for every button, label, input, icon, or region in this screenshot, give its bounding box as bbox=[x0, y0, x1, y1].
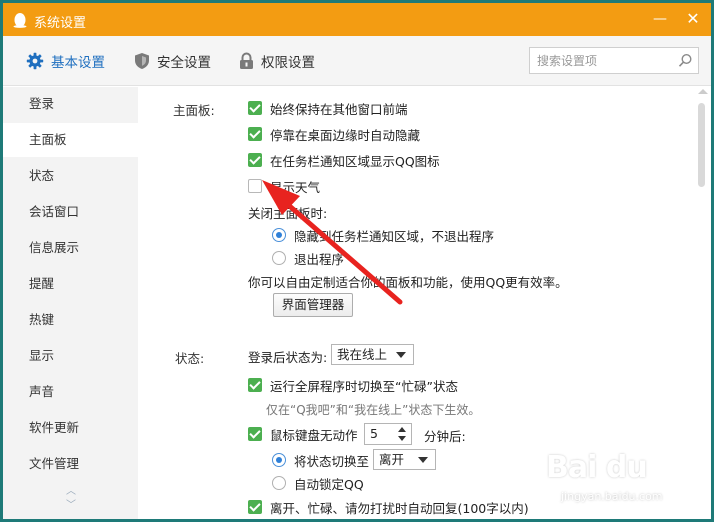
caret-down-icon bbox=[418, 457, 428, 463]
option-label: 自动锁定QQ bbox=[294, 476, 364, 492]
option-exit-program[interactable]: 退出程序 bbox=[272, 249, 344, 267]
customize-description: 你可以自由定制适合你的面板和功能，使用QQ更有效率。 bbox=[248, 275, 568, 290]
idle-minutes-stepper[interactable]: 5 bbox=[364, 423, 412, 445]
sidebar-item-sound[interactable]: 声音 bbox=[3, 375, 138, 409]
settings-search[interactable] bbox=[529, 47, 699, 74]
search-input[interactable] bbox=[530, 48, 675, 73]
sidebar-scroll-arrows[interactable]: ︿ ﹀ bbox=[64, 485, 78, 515]
option-auto-reply[interactable]: 离开、忙碌、请勿打扰时自动回复(100字以内) bbox=[248, 498, 529, 516]
checkbox[interactable] bbox=[248, 500, 262, 514]
title-bar: 系统设置 — ✕ bbox=[3, 3, 711, 36]
option-switch-status[interactable]: 将状态切换至 bbox=[272, 451, 369, 469]
stepper-value: 5 bbox=[370, 426, 378, 441]
option-label: 鼠标键盘无动作 bbox=[270, 427, 358, 443]
stepper-up-icon[interactable] bbox=[398, 427, 406, 432]
option-label: 显示天气 bbox=[270, 179, 321, 195]
watermark-url: jingyan.baidu.com bbox=[561, 490, 663, 503]
close-behavior-label: 关闭主面板时: bbox=[248, 206, 328, 221]
lock-icon bbox=[240, 52, 253, 69]
option-label: 将状态切换至 bbox=[294, 453, 370, 469]
option-always-on-top[interactable]: 始终保持在其他窗口前端 bbox=[248, 99, 408, 117]
tab-security-settings-label: 安全设置 bbox=[157, 55, 211, 71]
option-fullscreen-busy[interactable]: 运行全屏程序时切换至“忙碌”状态 bbox=[248, 376, 458, 394]
checkbox[interactable] bbox=[248, 101, 262, 115]
sidebar-item-file-management[interactable]: 文件管理 bbox=[3, 447, 138, 481]
settings-sidebar: 登录 主面板 状态 会话窗口 信息展示 提醒 热键 显示 声音 软件更新 文件管… bbox=[3, 87, 138, 519]
main-panel-section-label: 主面板: bbox=[173, 103, 215, 118]
tab-security-settings[interactable]: 安全设置 bbox=[134, 49, 211, 73]
watermark-logo: Bai du bbox=[546, 450, 648, 485]
option-tray-icon[interactable]: 在任务栏通知区域显示QQ图标 bbox=[248, 151, 440, 169]
gear-icon bbox=[26, 52, 44, 70]
tab-permission-settings-label: 权限设置 bbox=[261, 55, 315, 71]
idle-suffix: 分钟后: bbox=[424, 429, 466, 444]
checkbox[interactable] bbox=[248, 378, 262, 392]
baidu-watermark: Bai du jingyan.baidu.com bbox=[546, 450, 696, 512]
sidebar-item-main-panel[interactable]: 主面板 bbox=[3, 123, 138, 157]
option-label: 隐藏到任务栏通知区域，不退出程序 bbox=[294, 228, 495, 244]
login-status-select[interactable]: 我在线上 bbox=[331, 344, 414, 365]
option-label: 运行全屏程序时切换至“忙碌”状态 bbox=[270, 378, 458, 394]
sidebar-item-hotkeys[interactable]: 热键 bbox=[3, 303, 138, 337]
radio-button[interactable] bbox=[272, 453, 286, 467]
chevron-up-icon[interactable]: ︿ bbox=[64, 485, 78, 499]
sidebar-item-chat-window[interactable]: 会话窗口 bbox=[3, 195, 138, 229]
option-label: 离开、忙碌、请勿打扰时自动回复(100字以内) bbox=[270, 500, 529, 516]
tab-basic-settings[interactable]: 基本设置 bbox=[26, 49, 105, 73]
sidebar-item-software-update[interactable]: 软件更新 bbox=[3, 411, 138, 445]
idle-status-select[interactable]: 离开 bbox=[373, 449, 436, 470]
option-auto-lock[interactable]: 自动锁定QQ bbox=[272, 474, 364, 492]
checkbox[interactable] bbox=[248, 153, 262, 167]
status-section-label: 状态: bbox=[175, 351, 205, 366]
sidebar-item-display[interactable]: 显示 bbox=[3, 339, 138, 373]
settings-toolbar: 基本设置 安全设置 权限设置 bbox=[3, 36, 711, 86]
fullscreen-hint: 仅在“Q我吧”和“我在线上”状态下生效。 bbox=[266, 403, 481, 417]
sidebar-item-login[interactable]: 登录 bbox=[3, 87, 138, 121]
option-label: 始终保持在其他窗口前端 bbox=[270, 101, 408, 117]
interface-manager-button[interactable]: 界面管理器 bbox=[273, 293, 353, 317]
checkbox[interactable] bbox=[248, 179, 262, 193]
option-idle[interactable]: 鼠标键盘无动作 bbox=[248, 425, 358, 443]
sidebar-item-reminder[interactable]: 提醒 bbox=[3, 267, 138, 301]
option-show-weather[interactable]: 显示天气 bbox=[248, 177, 320, 195]
caret-down-icon bbox=[396, 352, 406, 358]
option-label: 停靠在桌面边缘时自动隐藏 bbox=[270, 127, 421, 143]
radio-button[interactable] bbox=[272, 476, 286, 490]
stepper-down-icon[interactable] bbox=[398, 436, 406, 441]
sidebar-item-status[interactable]: 状态 bbox=[3, 159, 138, 193]
penguin-icon bbox=[13, 13, 27, 28]
checkbox[interactable] bbox=[248, 127, 262, 141]
tab-permission-settings[interactable]: 权限设置 bbox=[239, 49, 315, 73]
scrollbar-thumb[interactable] bbox=[698, 103, 705, 187]
scroll-up-icon[interactable] bbox=[698, 89, 708, 94]
login-status-label: 登录后状态为: bbox=[248, 350, 328, 365]
search-icon[interactable] bbox=[678, 53, 693, 68]
tab-basic-settings-label: 基本设置 bbox=[51, 55, 105, 71]
option-label: 在任务栏通知区域显示QQ图标 bbox=[270, 153, 440, 169]
settings-window: 系统设置 — ✕ 基本设置 安全设置 权限设置 搜索设置项 登录 主面板 状态 … bbox=[3, 3, 711, 519]
radio-button[interactable] bbox=[272, 228, 286, 242]
close-button[interactable]: ✕ bbox=[682, 9, 704, 29]
option-auto-hide[interactable]: 停靠在桌面边缘时自动隐藏 bbox=[248, 125, 420, 143]
minimize-button[interactable]: — bbox=[649, 9, 671, 29]
option-hide-to-tray[interactable]: 隐藏到任务栏通知区域，不退出程序 bbox=[272, 226, 494, 244]
chevron-down-icon[interactable]: ﹀ bbox=[64, 499, 78, 513]
checkbox[interactable] bbox=[248, 427, 262, 441]
radio-button[interactable] bbox=[272, 251, 286, 265]
option-label: 退出程序 bbox=[294, 251, 345, 267]
shield-icon bbox=[135, 53, 149, 69]
select-value: 离开 bbox=[379, 452, 405, 467]
select-value: 我在线上 bbox=[337, 347, 388, 362]
window-title: 系统设置 bbox=[34, 16, 87, 31]
sidebar-item-info-display[interactable]: 信息展示 bbox=[3, 231, 138, 265]
